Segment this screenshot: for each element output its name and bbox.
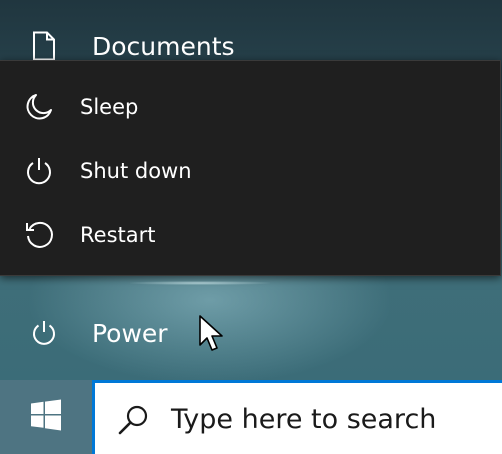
mouse-cursor-icon (199, 315, 223, 351)
power-icon (29, 318, 59, 348)
menu-item-shut-down[interactable]: Shut down (0, 139, 500, 203)
taskbar: Type here to search (0, 380, 502, 454)
start-item-power[interactable]: Power (0, 303, 502, 363)
power-label: Power (92, 318, 168, 348)
power-icon (22, 154, 56, 188)
moon-icon (22, 90, 56, 124)
documents-label: Documents (92, 31, 235, 61)
restart-icon (22, 218, 56, 252)
start-button[interactable] (0, 380, 92, 454)
search-box[interactable]: Type here to search (92, 380, 502, 454)
shut-down-label: Shut down (80, 159, 192, 183)
search-placeholder: Type here to search (171, 404, 437, 435)
windows-logo-icon (30, 399, 62, 435)
menu-item-restart[interactable]: Restart (0, 203, 500, 267)
search-icon (118, 405, 148, 435)
document-icon (29, 31, 59, 61)
restart-label: Restart (80, 223, 156, 247)
power-options-menu: Sleep Shut down Restart (0, 60, 501, 276)
sleep-label: Sleep (80, 95, 139, 119)
hover-highlight (130, 281, 270, 285)
start-menu: Documents Power Sleep Shut down Restart (0, 0, 502, 380)
menu-item-sleep[interactable]: Sleep (0, 75, 500, 139)
